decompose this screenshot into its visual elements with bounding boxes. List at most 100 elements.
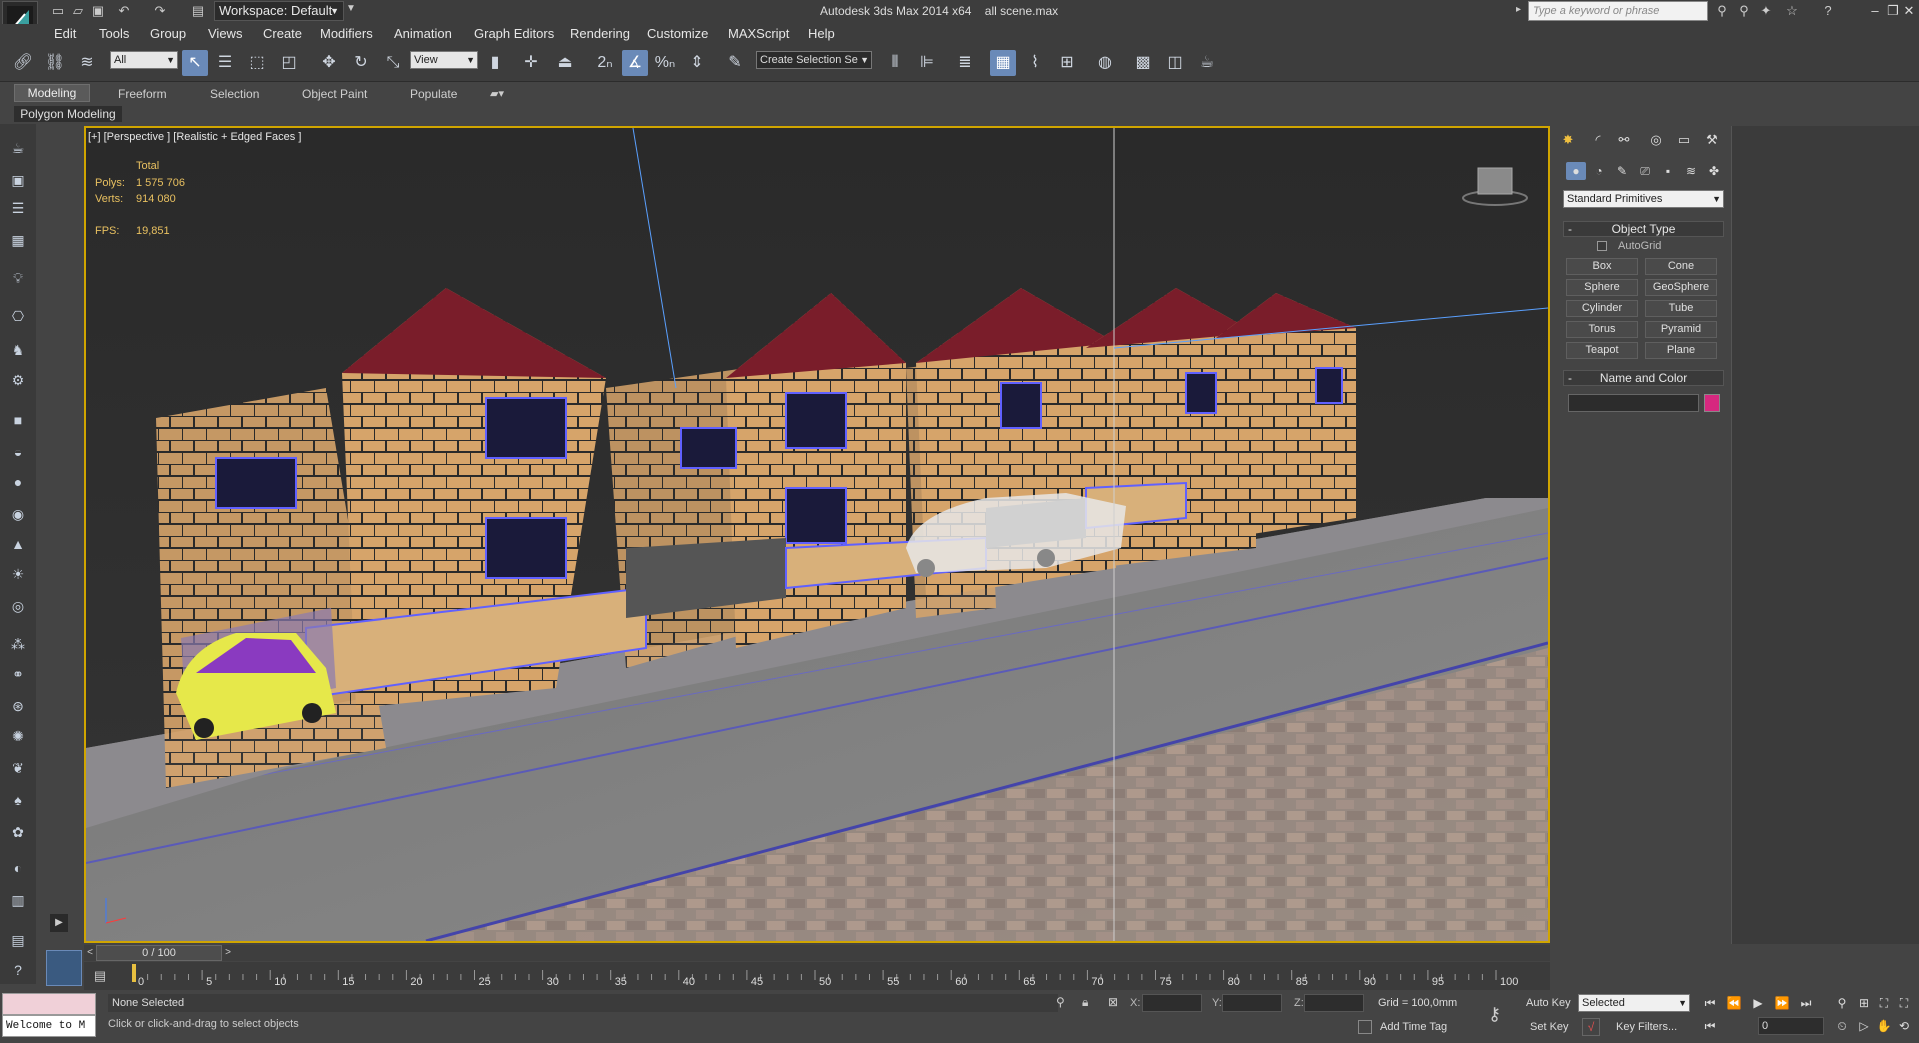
script-icon[interactable]: ▤ [8, 930, 28, 950]
reference-coordinate-dropdown[interactable]: View ▼ [410, 51, 478, 69]
polygon-modeling-panel[interactable]: Polygon Modeling [14, 106, 122, 122]
y-coordinate-field[interactable] [1222, 994, 1282, 1012]
cloth-icon[interactable]: ✿ [8, 822, 28, 842]
zoom-icon[interactable]: ⚲ [1834, 994, 1850, 1012]
material-editor-icon[interactable]: ◍ [1092, 50, 1118, 76]
menu-modifiers[interactable]: Modifiers [320, 26, 373, 41]
render-icon[interactable]: ⚙ [8, 370, 28, 390]
keyboard-shortcut-override-icon[interactable]: ⏏ [552, 50, 578, 76]
tab-populate[interactable]: Populate [410, 87, 457, 101]
menu-animation[interactable]: Animation [394, 26, 452, 41]
rendered-frame-window-icon[interactable]: ◫ [1162, 50, 1188, 76]
autogrid-checkbox[interactable] [1597, 241, 1607, 251]
go-to-start-icon[interactable]: ⏮ [1702, 994, 1718, 1012]
x-coordinate-field[interactable] [1142, 994, 1202, 1012]
time-configuration-icon[interactable]: ⏲ [1834, 1017, 1850, 1035]
isolate-selection-icon[interactable]: ⚲ [1056, 995, 1065, 1009]
percent-snap-icon[interactable]: %ₙ [652, 50, 678, 76]
perspective-viewport[interactable] [84, 126, 1550, 943]
select-and-manipulate-icon[interactable]: ✛ [518, 50, 544, 76]
rectangular-selection-icon[interactable]: ⬚ [244, 50, 270, 76]
box-primitive-icon[interactable]: ■ [8, 410, 28, 430]
grid-icon[interactable]: ▦ [8, 230, 28, 250]
menu-graph-editors[interactable]: Graph Editors [474, 26, 554, 41]
key-mode-dropdown[interactable]: Selected ▼ [1578, 994, 1690, 1012]
tube-button[interactable]: Tube [1645, 300, 1717, 317]
subscription-icon[interactable]: ⚲ [1736, 3, 1752, 19]
systems-icon[interactable]: ✤ [1704, 162, 1724, 180]
layer-manager-icon[interactable]: ≣ [952, 50, 978, 76]
teapot-button[interactable]: Teapot [1566, 342, 1638, 359]
menu-rendering[interactable]: Rendering [570, 26, 630, 41]
field-of-view-icon[interactable]: ▷ [1856, 1017, 1872, 1035]
cylinder-primitive-icon[interactable]: ◒ [8, 442, 28, 462]
sphere-primitive-icon[interactable]: ● [8, 472, 28, 492]
space-warps-icon[interactable]: ≋ [1681, 162, 1701, 180]
hair-icon[interactable]: ♠ [8, 790, 28, 810]
geometry-icon[interactable]: ● [1566, 162, 1586, 180]
zoom-extents-all-icon[interactable]: ⛶ [1896, 994, 1912, 1012]
time-cursor[interactable] [132, 964, 136, 982]
time-tag-icon[interactable] [1358, 1020, 1372, 1034]
globe-icon[interactable]: ✺ [8, 726, 28, 746]
graphite-toolbar-icon[interactable]: ▦ [990, 50, 1016, 76]
auto-key-button[interactable]: Auto Key [1526, 997, 1571, 1009]
new-file-icon[interactable]: ▭ [50, 3, 66, 19]
camera-icon[interactable]: ⎔ [8, 306, 28, 326]
key-filters-button[interactable]: Key Filters... [1616, 1021, 1677, 1033]
calculator-icon[interactable]: ▥ [8, 890, 28, 910]
cone-primitive-icon[interactable]: ▲ [8, 534, 28, 554]
select-by-name-icon[interactable]: ☰ [212, 50, 238, 76]
edit-named-selection-icon[interactable]: ✎ [722, 50, 748, 76]
default-in-out-tangent-icon[interactable]: √ [1582, 1018, 1600, 1036]
biped-icon[interactable]: ♞ [8, 340, 28, 360]
create-tab-icon[interactable]: ✸ [1558, 130, 1578, 150]
expand-search-icon[interactable]: ▸ [1516, 4, 1521, 15]
motion-tab-icon[interactable]: ◎ [1646, 130, 1666, 150]
select-object-icon[interactable]: ↖ [182, 50, 208, 76]
add-time-tag-button[interactable]: Add Time Tag [1380, 1021, 1447, 1033]
expand-right-icon[interactable]: ▶ [50, 914, 68, 932]
unlink-icon[interactable]: ⛓︎ [42, 50, 68, 76]
mirror-icon[interactable]: ⫴ [882, 50, 908, 76]
menu-create[interactable]: Create [263, 26, 302, 41]
select-and-rotate-icon[interactable]: ↻ [348, 50, 374, 76]
tab-freeform[interactable]: Freeform [118, 87, 167, 101]
torus-button[interactable]: Torus [1566, 321, 1638, 338]
sun-icon[interactable]: ☀ [8, 564, 28, 584]
spinner-snap-icon[interactable]: ⇕ [684, 50, 710, 76]
bind-to-space-warp-icon[interactable]: ≋ [74, 50, 100, 76]
tab-modeling[interactable]: Modeling [14, 84, 90, 102]
torus-primitive-icon[interactable]: ◉ [8, 504, 28, 524]
time-slider[interactable] [84, 945, 1550, 961]
window-crossing-icon[interactable]: ◰ [276, 50, 302, 76]
absolute-mode-icon[interactable]: ⊠ [1108, 995, 1118, 1009]
plant-icon[interactable]: ❦ [8, 758, 28, 778]
box-button[interactable]: Box [1566, 258, 1638, 275]
minimize-icon[interactable]: – [1866, 3, 1884, 19]
save-icon[interactable]: ▣ [90, 3, 106, 19]
communication-center-icon[interactable]: ✦ [1758, 3, 1774, 19]
primitive-category-dropdown[interactable]: Standard Primitives ▼ [1563, 190, 1724, 208]
helpers-icon[interactable]: ▪ [1658, 162, 1678, 180]
cameras-icon[interactable]: ⎚ [1635, 162, 1655, 180]
go-to-end-icon[interactable]: ⏭ [1798, 994, 1814, 1012]
project-folder-icon[interactable]: ▤ [190, 3, 206, 19]
render-setup-icon[interactable]: ▩ [1130, 50, 1156, 76]
geosphere-icon[interactable]: ◎ [8, 596, 28, 616]
utilities-tab-icon[interactable]: ⚒ [1702, 130, 1722, 150]
viewcube[interactable] [1460, 162, 1530, 208]
tab-object-paint[interactable]: Object Paint [302, 87, 367, 101]
menu-customize[interactable]: Customize [647, 26, 708, 41]
favorites-icon[interactable]: ☆ [1784, 3, 1800, 19]
particle-icon[interactable]: ⁂ [8, 634, 28, 654]
menu-group[interactable]: Group [150, 26, 186, 41]
snaps-toggle-icon[interactable]: 2ₙ [592, 50, 618, 76]
maxscript-output[interactable]: Welcome to M [2, 1015, 96, 1037]
curve-editor-icon[interactable]: ⌇ [1022, 50, 1048, 76]
workspace-dropdown[interactable]: Workspace: Default ▼ [214, 1, 344, 21]
hierarchy-tab-icon[interactable]: ⚯ [1614, 130, 1634, 150]
display-tab-icon[interactable]: ▭ [1674, 130, 1694, 150]
track-bar[interactable]: 0 5 10 15 20 25 30 35 40 45 50 55 60 65 70 75 80 85 90 95 10… [84, 962, 1550, 990]
set-key-icon[interactable]: ⚷ [1488, 1004, 1501, 1025]
